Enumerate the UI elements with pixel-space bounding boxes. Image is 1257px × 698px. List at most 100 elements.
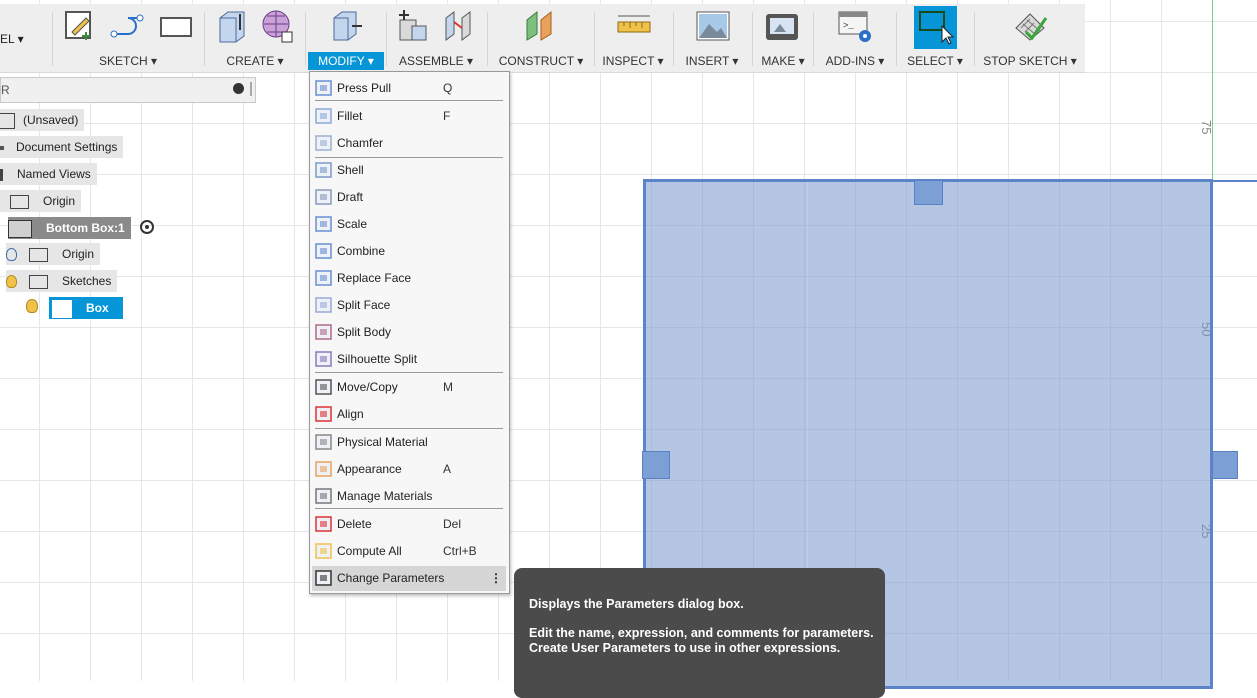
modify-group: MODIFY ▾	[308, 4, 384, 72]
tree-node-bottom-box[interactable]: Bottom Box:1	[8, 217, 131, 239]
tree-node-label: Bottom Box:1	[46, 221, 125, 235]
make-menu[interactable]: MAKE ▾	[756, 54, 810, 68]
stop-sketch-group: STOP SKETCH ▾	[978, 4, 1082, 72]
sketch-menu[interactable]: SKETCH ▾	[56, 54, 200, 68]
menu-item-replace-face[interactable]: Replace Face	[312, 266, 506, 291]
design-doc-icon	[0, 112, 15, 129]
left-dimension-handle[interactable]	[642, 451, 670, 479]
menu-item-label: Draft	[337, 190, 364, 204]
panel-splitter-icon[interactable]	[250, 82, 252, 96]
stop-sketch-menu[interactable]: STOP SKETCH ▾	[978, 54, 1082, 68]
new-component-icon[interactable]	[394, 8, 428, 44]
menu-item-shell[interactable]: Shell	[312, 158, 506, 183]
menu-item-fillet[interactable]: Fillet F	[312, 104, 506, 129]
tree-node-box-sketch[interactable]: Box	[49, 297, 123, 319]
assemble-group: ASSEMBLE ▾	[390, 4, 482, 72]
menu-item-draft[interactable]: Draft	[312, 185, 506, 210]
create-sketch-icon[interactable]	[62, 8, 96, 44]
folder-icon	[29, 247, 48, 262]
replace-face-icon	[315, 270, 333, 287]
menu-item-scale[interactable]: Scale	[312, 212, 506, 237]
menu-item-split-body[interactable]: Split Body	[312, 320, 506, 345]
menu-item-label: Split Body	[337, 325, 392, 339]
press-pull-icon	[315, 80, 333, 97]
modify-dropdown-menu: Press Pull Q Fillet F Chamfer Shell Draft Scale…	[309, 71, 510, 594]
3d-print-icon[interactable]	[764, 8, 798, 44]
more-options-icon[interactable]: ⋮	[490, 566, 502, 591]
menu-item-shortcut: F	[443, 109, 451, 123]
menu-item-shortcut: M	[443, 380, 453, 394]
menu-item-delete[interactable]: Delete Del	[312, 512, 506, 537]
menu-item-appearance[interactable]: Appearance A	[312, 457, 506, 482]
manage-materials-icon	[315, 488, 333, 505]
browser-title: R	[1, 83, 10, 97]
menu-item-combine[interactable]: Combine	[312, 239, 506, 264]
measure-icon[interactable]	[616, 8, 651, 44]
silhouette-split-icon	[315, 351, 333, 368]
insert-menu[interactable]: INSERT ▾	[677, 54, 747, 68]
tree-node-label: Origin	[43, 194, 76, 208]
make-group: MAKE ▾	[756, 4, 810, 72]
select-icon[interactable]	[914, 6, 957, 49]
tree-node-document-settings[interactable]: Document Settings	[0, 136, 124, 158]
menu-item-manage-materials[interactable]: Manage Materials	[312, 484, 506, 509]
insert-group: INSERT ▾	[677, 4, 747, 72]
collapse-icon[interactable]	[233, 83, 244, 94]
menu-item-compute-all[interactable]: Compute All Ctrl+B	[312, 539, 506, 564]
tree-node-origin[interactable]: Origin	[0, 190, 82, 212]
form-icon[interactable]	[260, 8, 294, 44]
menu-item-label: Shell	[337, 163, 364, 177]
menu-item-split-face[interactable]: Split Face	[312, 293, 506, 318]
combine-icon	[315, 243, 333, 260]
inspect-menu[interactable]: INSPECT ▾	[598, 54, 668, 68]
extrude-icon[interactable]	[214, 8, 248, 44]
menu-item-change-parameters[interactable]: Change Parameters ⋮	[312, 566, 506, 591]
addins-menu[interactable]: ADD-INS ▾	[817, 54, 893, 68]
tree-node-named-views[interactable]: Named Views	[0, 163, 97, 185]
offset-plane-icon[interactable]	[523, 8, 557, 44]
tree-node-component-origin[interactable]: Origin	[6, 243, 101, 265]
tree-node-unsaved[interactable]: (Unsaved)	[0, 109, 85, 131]
tooltip: Displays the Parameters dialog box. Edit…	[514, 568, 885, 698]
browser-header: R	[0, 77, 256, 103]
select-menu[interactable]: SELECT ▾	[900, 54, 970, 68]
menu-item-chamfer[interactable]: Chamfer	[312, 131, 506, 156]
joint-icon[interactable]	[442, 8, 476, 44]
menu-item-label: Split Face	[337, 298, 391, 312]
create-menu[interactable]: CREATE ▾	[208, 54, 302, 68]
menu-item-physical-material[interactable]: Physical Material	[312, 430, 506, 455]
inspect-group: INSPECT ▾	[598, 4, 668, 72]
delete-icon	[315, 516, 333, 533]
menu-item-label: Delete	[337, 517, 372, 531]
scripts-addins-icon[interactable]: >_	[837, 8, 871, 44]
menu-item-label: Compute All	[337, 544, 402, 558]
menu-item-press-pull[interactable]: Press Pull Q	[312, 76, 506, 101]
lightbulb-icon[interactable]	[26, 299, 40, 317]
insert-image-icon[interactable]	[695, 8, 730, 44]
construct-menu[interactable]: CONSTRUCT ▾	[491, 54, 591, 68]
ruler-label-75: 75	[1199, 120, 1214, 135]
stop-sketch-icon[interactable]	[1012, 8, 1048, 44]
move-copy-icon	[315, 379, 333, 396]
menu-item-label: Move/Copy	[337, 380, 398, 394]
modify-menu[interactable]: MODIFY ▾	[308, 52, 384, 70]
sketch-icon	[52, 299, 72, 318]
tree-node-sketches[interactable]: Sketches	[6, 270, 118, 292]
scale-icon	[315, 216, 333, 233]
activate-component-icon[interactable]	[140, 220, 154, 234]
menu-item-move-copy[interactable]: Move/Copy M	[312, 375, 506, 400]
menu-item-silhouette-split[interactable]: Silhouette Split	[312, 347, 506, 372]
workspace-switcher[interactable]: EL ▾	[0, 32, 24, 46]
sketch-edge-extension	[1213, 180, 1257, 182]
rectangle-icon[interactable]	[158, 8, 192, 44]
svg-text:>_: >_	[843, 21, 854, 31]
addins-group: >_ ADD-INS ▾	[817, 4, 893, 72]
top-dimension-handle[interactable]	[914, 180, 943, 205]
assemble-menu[interactable]: ASSEMBLE ▾	[390, 54, 482, 68]
main-toolbar: EL ▾ SKETCH ▾ CREATE ▾ MODIFY ▾ ASSEMBLE…	[0, 4, 1085, 73]
right-dimension-handle[interactable]	[1212, 451, 1238, 479]
press-pull-toolbar-icon[interactable]	[328, 8, 362, 44]
line-icon[interactable]	[110, 8, 144, 44]
menu-item-align[interactable]: Align	[312, 402, 506, 427]
tree-node-label: Origin	[62, 247, 95, 261]
